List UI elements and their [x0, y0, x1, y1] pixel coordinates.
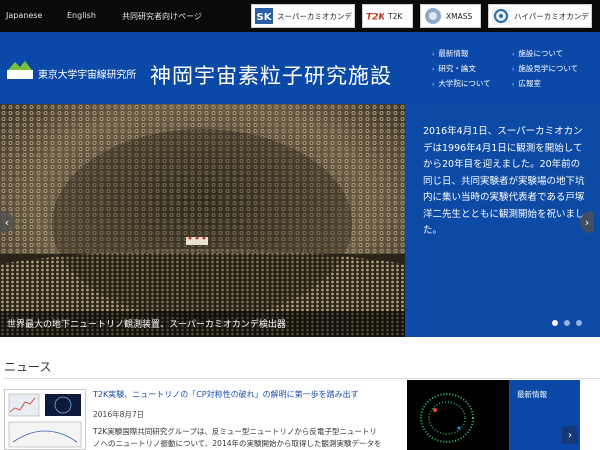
super-kamiokande-logo-icon: SK: [255, 7, 273, 25]
nav-tour-label: 施設見学について: [518, 64, 579, 73]
feature-card[interactable]: [407, 380, 580, 450]
collaborator-page-link[interactable]: 共同研究者向けページ: [122, 11, 202, 22]
chevron-right-icon: ›: [432, 51, 435, 58]
hyper-kamiokande-button[interactable]: ハイパーカミオカンデ: [488, 4, 592, 28]
nav-latest[interactable]: › 最新情報: [432, 48, 468, 59]
chevron-right-icon: ›: [512, 81, 515, 88]
nav-graduate[interactable]: › 大学院について: [432, 78, 491, 89]
nav-about[interactable]: › 施設について: [512, 48, 563, 59]
nav-pr[interactable]: › 広報室: [512, 78, 541, 89]
t2k-button[interactable]: T2K T2K: [362, 4, 413, 28]
chevron-right-icon: ›: [512, 66, 515, 73]
nav-pr-label: 広報室: [518, 79, 541, 88]
hyper-kamiokande-logo-icon: [492, 7, 510, 25]
news-thumbnail[interactable]: [4, 389, 86, 450]
xmass-button[interactable]: XMASS: [420, 4, 481, 28]
xmass-label: XMASS: [446, 11, 473, 21]
super-kamiokande-label: スーパーカミオカンデ: [277, 11, 352, 21]
slide-dot-3[interactable]: [576, 320, 582, 326]
nav-about-label: 施設について: [518, 49, 564, 58]
language-japanese-link[interactable]: Japanese: [6, 11, 42, 20]
hero-text: 2016年4月1日、スーパーカミオカンデは1996年4月1日に観測を開始してから…: [423, 126, 585, 236]
chevron-right-icon: ›: [584, 215, 590, 229]
chevron-right-icon: ›: [432, 81, 435, 88]
news-item-title[interactable]: T2K実験、ニュートリノの「CP対称性の破れ」の解明に第一歩を踏み出す: [93, 389, 359, 400]
nav-research[interactable]: › 研究・論文: [432, 63, 476, 74]
t2k-logo-icon: T2K: [366, 7, 384, 25]
feature-image: [407, 380, 509, 450]
super-kamiokande-button[interactable]: SK スーパーカミオカンデ: [251, 4, 355, 28]
chevron-right-icon: ›: [432, 66, 435, 73]
hero-caption: 世界最大の地下ニュートリノ観測装置、スーパーカミオカンデ検出器: [7, 320, 286, 330]
institute-name[interactable]: 東京大学宇宙線研究所: [38, 66, 136, 81]
slide-dot-2[interactable]: [564, 320, 570, 326]
kamioka-logo-icon[interactable]: [6, 58, 34, 80]
nav-latest-label: 最新情報: [438, 49, 469, 58]
news-item-body-line2: ノへのニュートリノ振動について、2014年の実験開始から取得した観測実験データを: [93, 439, 382, 448]
chevron-right-icon: ›: [568, 429, 572, 441]
t2k-label: T2K: [388, 11, 403, 21]
xmass-logo-icon: [424, 7, 442, 25]
feature-next-button[interactable]: ›: [562, 426, 578, 444]
slide-dots: [552, 320, 582, 326]
super-kamiokande-photo: [0, 104, 405, 337]
facility-name[interactable]: 神岡宇宙素粒子研究施設: [150, 60, 392, 90]
news-divider: [4, 378, 600, 379]
nav-graduate-label: 大学院について: [438, 79, 491, 88]
slide-dot-1[interactable]: [552, 320, 558, 326]
news-heading: ニュース: [4, 360, 52, 374]
feature-label: 最新情報: [517, 390, 547, 399]
svg-text:T2K: T2K: [366, 13, 384, 23]
chevron-right-icon: ›: [512, 51, 515, 58]
news-item-body-line1: T2K実験国際共同研究グループは、反ミュー型ニュートリノから反電子型ニュートリ: [93, 427, 377, 436]
svg-text:SK: SK: [257, 12, 273, 23]
language-english-link[interactable]: English: [67, 11, 96, 20]
chevron-left-icon: ‹: [4, 215, 10, 229]
hyper-kamiokande-label: ハイパーカミオカンデ: [514, 11, 589, 21]
nav-research-label: 研究・論文: [438, 64, 476, 73]
news-item-date: 2016年8月7日: [93, 410, 145, 419]
nav-tour[interactable]: › 施設見学について: [512, 63, 578, 74]
